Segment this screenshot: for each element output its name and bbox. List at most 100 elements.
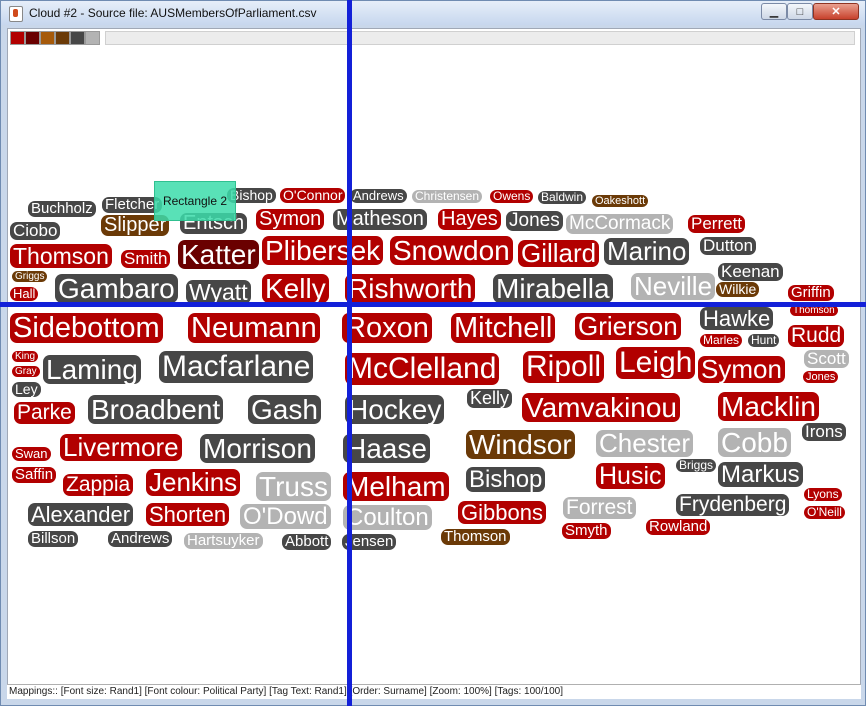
tag-truss[interactable]: Truss (256, 472, 331, 501)
tag-abbott[interactable]: Abbott (282, 534, 332, 550)
tag-owens[interactable]: Owens (490, 190, 534, 203)
tag-jones[interactable]: Jones (506, 211, 563, 231)
tag-neville[interactable]: Neville (631, 273, 716, 300)
tag-briggs[interactable]: Briggs (676, 459, 717, 472)
tag-symon[interactable]: Symon (256, 209, 325, 230)
tag-gash[interactable]: Gash (248, 395, 321, 424)
tag-marino[interactable]: Marino (604, 238, 690, 265)
tag-griggs[interactable]: Griggs (12, 271, 48, 282)
tag-marles[interactable]: Marles (700, 334, 743, 347)
rectangle-2-selection[interactable]: Rectangle 2 (154, 181, 236, 221)
tag-thomson[interactable]: Thomson (441, 529, 510, 545)
tag-billson[interactable]: Billson (28, 531, 79, 547)
tag-kelly[interactable]: Kelly (262, 274, 329, 303)
tag-rishworth[interactable]: Rishworth (345, 274, 476, 303)
tag-hayes[interactable]: Hayes (438, 209, 501, 230)
tag-gibbons[interactable]: Gibbons (458, 501, 546, 524)
tag-windsor[interactable]: Windsor (466, 430, 575, 459)
tag-swan[interactable]: Swan (12, 447, 51, 461)
tag-mirabella[interactable]: Mirabella (493, 274, 613, 303)
tag-rowland[interactable]: Rowland (646, 519, 711, 535)
tag-hawke[interactable]: Hawke (700, 307, 774, 330)
tag-husic[interactable]: Husic (596, 463, 665, 489)
tag-neumann[interactable]: Neumann (188, 313, 320, 343)
tag-symon[interactable]: Symon (698, 356, 785, 383)
tag-smith[interactable]: Smith (121, 250, 171, 268)
tag-bishop[interactable]: Bishop (466, 467, 546, 492)
tag-snowdon[interactable]: Snowdon (390, 236, 513, 265)
tag-rudd[interactable]: Rudd (788, 325, 845, 347)
tag-parke[interactable]: Parke (14, 402, 75, 424)
tag-oconnor[interactable]: O'Connor (280, 188, 346, 203)
tag-plibersek[interactable]: Plibersek (262, 236, 384, 265)
tag-forrest[interactable]: Forrest (563, 497, 636, 519)
tag-dutton[interactable]: Dutton (700, 237, 757, 255)
tag-alexander[interactable]: Alexander (28, 503, 134, 526)
tag-buchholz[interactable]: Buchholz (28, 201, 96, 217)
tag-griffin[interactable]: Griffin (788, 285, 834, 301)
tag-hartsuyker[interactable]: Hartsuyker (184, 533, 263, 549)
tag-morrison[interactable]: Morrison (200, 434, 315, 463)
tag-jones[interactable]: Jones (803, 371, 839, 383)
tag-frydenberg[interactable]: Frydenberg (676, 494, 790, 516)
tag-shorten[interactable]: Shorten (146, 503, 230, 526)
cloud-canvas[interactable]: Buchholz Fletcher Bishop O'Connor Andrews Chr… (7, 28, 861, 698)
tag-roxon[interactable]: Roxon (342, 313, 432, 343)
tag-hall[interactable]: Hall (10, 287, 39, 301)
tag-saffin[interactable]: Saffin (12, 467, 57, 483)
tag-grierson[interactable]: Grierson (575, 313, 681, 340)
tag-hockey[interactable]: Hockey (345, 395, 445, 424)
tag-wilkie[interactable]: Wilkie (716, 282, 760, 297)
maximize-button[interactable]: □ (787, 3, 813, 20)
tag-baldwin[interactable]: Baldwin (538, 191, 587, 204)
tag-mccormack[interactable]: McCormack (566, 214, 674, 234)
tag-christensen[interactable]: Christensen (412, 190, 483, 203)
tag-cloud[interactable]: Buchholz Fletcher Bishop O'Connor Andrews Chr… (8, 29, 860, 697)
tag-hunt[interactable]: Hunt (748, 334, 780, 347)
tag-jenkins[interactable]: Jenkins (146, 469, 241, 496)
tag-sidebottom[interactable]: Sidebottom (10, 313, 163, 343)
tag-ley[interactable]: Ley (12, 382, 41, 397)
tag-ciobo[interactable]: Ciobo (10, 222, 61, 240)
tag-mitchell[interactable]: Mitchell (451, 313, 556, 343)
close-button[interactable]: ✕ (813, 3, 859, 20)
tag-thomson[interactable]: Thomson (10, 244, 112, 268)
tag-macklin[interactable]: Macklin (718, 392, 819, 421)
tag-oneill[interactable]: O'Neill (804, 506, 845, 519)
tag-mcclelland[interactable]: McClelland (345, 353, 500, 385)
tag-odowd[interactable]: O'Dowd (240, 504, 331, 529)
tag-perrett[interactable]: Perrett (688, 215, 746, 233)
tag-markus[interactable]: Markus (718, 462, 803, 487)
tag-andrews[interactable]: Andrews (350, 189, 407, 203)
tag-haase[interactable]: Haase (343, 434, 430, 463)
tag-gray[interactable]: Gray (12, 366, 40, 377)
tag-laming[interactable]: Laming (43, 355, 141, 384)
tag-andrews[interactable]: Andrews (108, 531, 173, 547)
tag-leigh[interactable]: Leigh (616, 347, 696, 379)
minimize-button[interactable]: ▁ (761, 3, 787, 20)
tag-vamvakinou[interactable]: Vamvakinou (522, 393, 681, 422)
tag-macfarlane[interactable]: Macfarlane (159, 351, 314, 383)
tag-melham[interactable]: Melham (343, 472, 449, 501)
tag-chester[interactable]: Chester (596, 430, 694, 457)
tag-gambaro[interactable]: Gambaro (55, 274, 178, 303)
tag-broadbent[interactable]: Broadbent (88, 395, 224, 424)
tag-wyatt[interactable]: Wyatt (186, 280, 251, 304)
tag-scott[interactable]: Scott (804, 350, 849, 368)
tag-zappia[interactable]: Zappia (63, 474, 134, 496)
title-bar[interactable]: Cloud #2 - Source file: AUSMembersOfParl… (1, 1, 865, 25)
tag-keenan[interactable]: Keenan (718, 263, 783, 281)
tag-kelly[interactable]: Kelly (467, 389, 513, 408)
tag-ripoll[interactable]: Ripoll (523, 351, 605, 383)
tag-katter[interactable]: Katter (178, 240, 259, 269)
horizontal-crosshair-line[interactable] (0, 302, 866, 307)
tag-oakeshott[interactable]: Oakeshott (592, 195, 649, 207)
tag-irons[interactable]: Irons (802, 423, 846, 441)
tag-coulton[interactable]: Coulton (343, 505, 432, 530)
tag-lyons[interactable]: Lyons (804, 488, 842, 501)
tag-cobb[interactable]: Cobb (718, 428, 791, 457)
tag-livermore[interactable]: Livermore (60, 434, 182, 461)
vertical-crosshair-line[interactable] (347, 0, 352, 706)
tag-king[interactable]: King (12, 351, 39, 362)
tag-smyth[interactable]: Smyth (562, 523, 611, 539)
